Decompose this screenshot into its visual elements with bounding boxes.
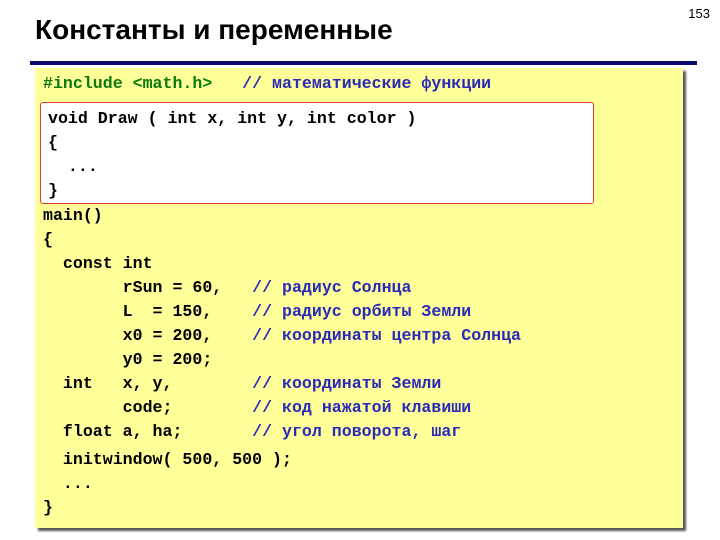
code-text: initwindow( 500, 500 ); [43,450,292,469]
code-line: ... [43,472,521,496]
code-comment: // координаты Земли [252,374,442,393]
code-line: rSun = 60, // радиус Солнца [43,276,521,300]
code-line: void Draw ( int x, int y, int color ) [48,109,417,128]
code-line: int x, y, // координаты Земли [43,372,521,396]
code-line: ... [48,157,98,176]
include-comment: // математические функции [242,74,492,93]
code-line: float a, ha; // угол поворота, шаг [43,420,521,444]
code-text: main() [43,206,103,225]
main-function-code: main() { const int rSun = 60, // радиус С… [43,204,521,520]
code-line: L = 150, // радиус орбиты Земли [43,300,521,324]
include-directive: #include <math.h> [43,74,243,93]
code-text: ... [43,474,93,493]
page-number: 153 [688,6,710,21]
code-line: { [43,228,521,252]
code-text: float a, ha; [43,422,253,441]
code-line: y0 = 200; [43,348,521,372]
code-line: const int [43,252,521,276]
code-text: L = 150, [43,302,253,321]
code-text: code; [43,398,253,417]
include-line: #include <math.h> // математические функ… [43,72,491,96]
code-line: } [43,496,521,520]
title-divider [30,61,697,65]
draw-function-code: void Draw ( int x, int y, int color ) { .… [48,107,416,203]
code-line: main() [43,204,521,228]
code-line: code; // код нажатой клавиши [43,396,521,420]
code-line: x0 = 200, // координаты центра Солнца [43,324,521,348]
code-line: initwindow( 500, 500 ); [43,448,521,472]
code-comment: // координаты центра Солнца [252,326,521,345]
draw-function-highlight: void Draw ( int x, int y, int color ) { .… [40,102,594,204]
code-text: int x, y, [43,374,253,393]
code-comment: // радиус орбиты Земли [252,302,472,321]
code-text: } [43,498,53,517]
code-comment: // код нажатой клавиши [252,398,472,417]
code-text: { [43,230,53,249]
page-title: Константы и переменные [35,14,393,45]
code-text: const int [43,254,153,273]
code-text: x0 = 200, [43,326,253,345]
code-comment: // угол поворота, шаг [252,422,462,441]
code-text: y0 = 200; [43,350,213,369]
code-comment: // радиус Солнца [252,278,412,297]
code-line: { [48,133,58,152]
code-text: rSun = 60, [43,278,253,297]
code-line: } [48,181,58,200]
